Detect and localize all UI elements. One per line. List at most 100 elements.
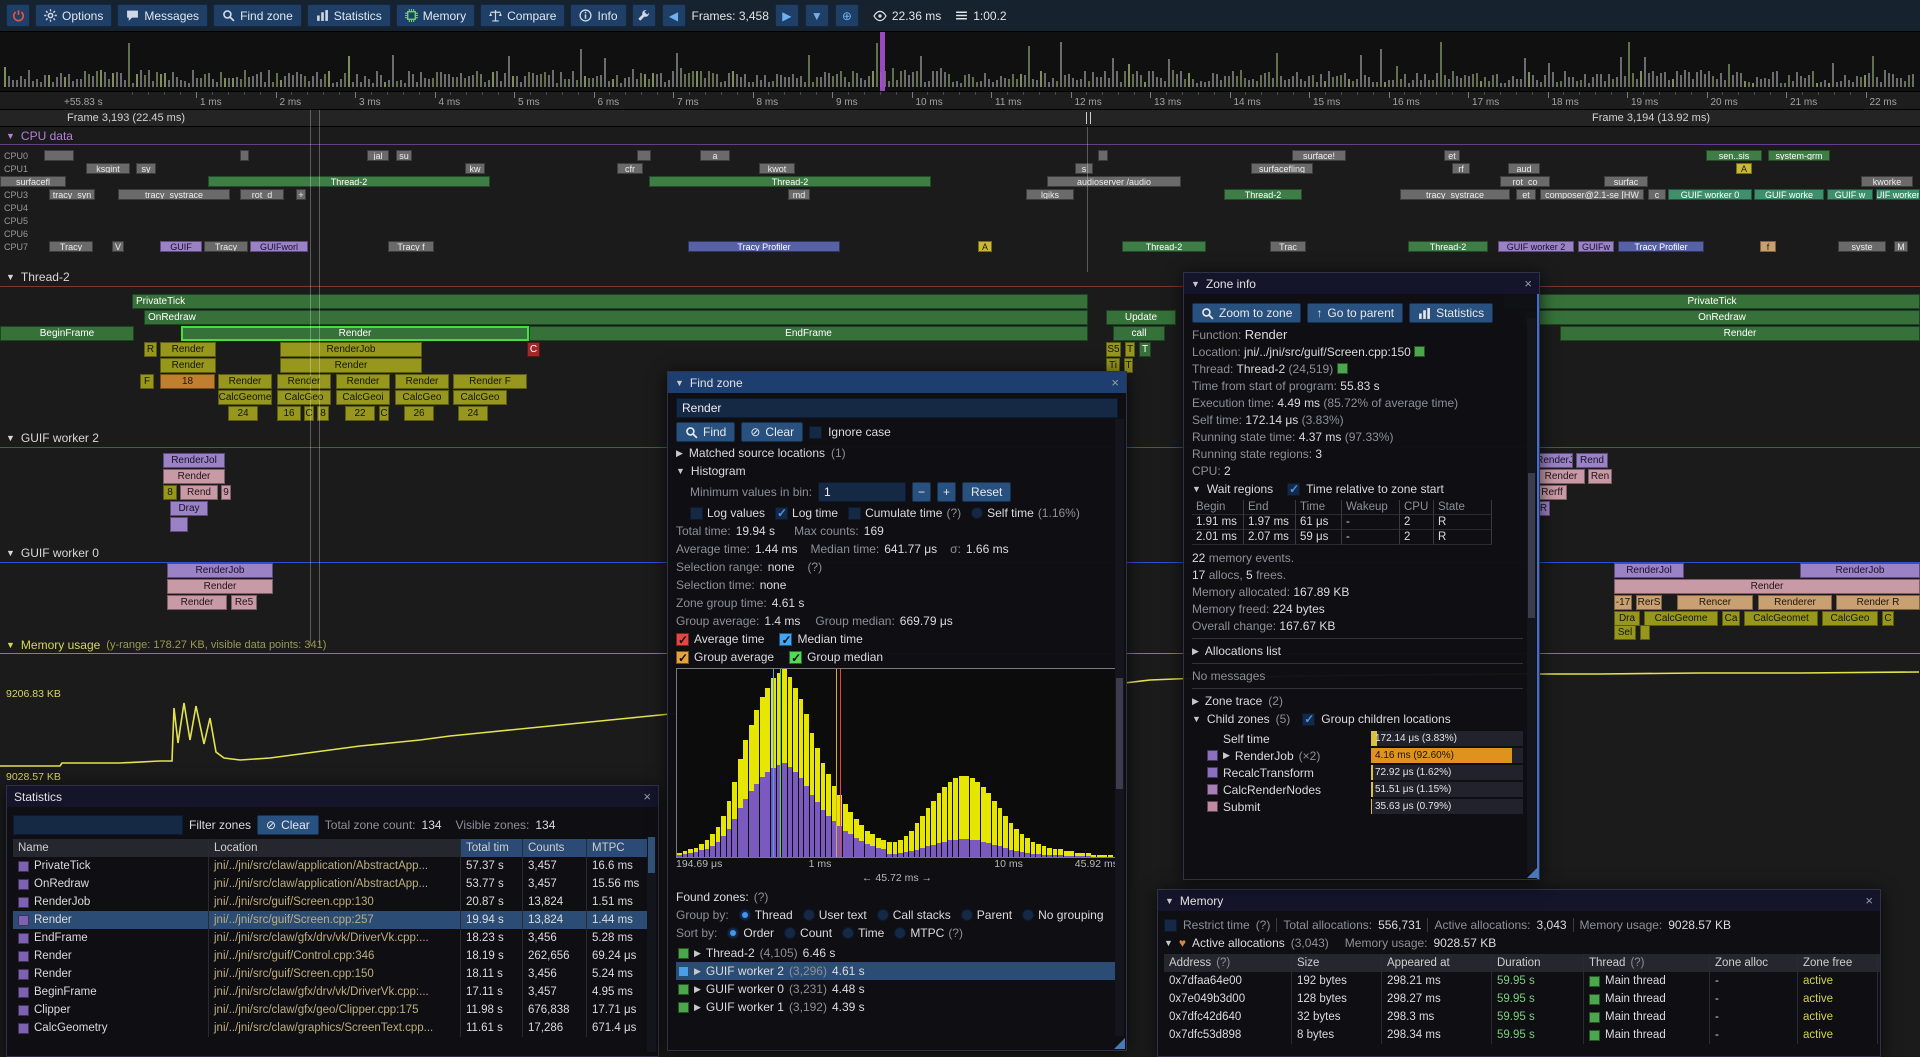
timeline-zone[interactable]: GUIF worker 2 — [1876, 189, 1920, 200]
timeline-zone[interactable]: Render — [395, 374, 449, 389]
stats-row[interactable]: PrivateTickjni/../jni/src/claw/applicati… — [13, 857, 652, 875]
toolbar-button-find-zone[interactable]: Find zone — [213, 4, 302, 27]
log-time-checkbox[interactable] — [775, 507, 788, 520]
column-header-appeared-at[interactable]: Appeared at — [1382, 954, 1492, 972]
found-zone-group[interactable]: ▶Thread-2(4,105)6.46 s — [676, 944, 1118, 962]
zone-name-cell[interactable]: EndFrame — [13, 929, 209, 947]
timeline-zone[interactable]: CalcGeo — [1822, 611, 1878, 626]
timeline-zone[interactable]: lgiks — [1026, 189, 1074, 200]
statistics-header-row[interactable]: NameLocationTotal timCountsMTPC — [13, 839, 652, 857]
found-zone-group[interactable]: ▶GUIF worker 0(3,231)4.48 s — [676, 980, 1118, 998]
timeline-zone[interactable]: Tracy f — [388, 241, 434, 252]
timeline-zone[interactable]: ksgint — [86, 163, 130, 174]
column-header-location[interactable]: Location — [209, 839, 461, 857]
timeline-zone[interactable]: GUIFw — [1578, 241, 1614, 252]
allocation-row[interactable]: 0x7dfaa64e00192 bytes298.21 ms59.95 sMai… — [1164, 972, 1874, 990]
collapse-icon[interactable]: ▼ — [1191, 279, 1200, 289]
timeline-zone[interactable]: Sel — [1614, 625, 1636, 640]
column-header-counts[interactable]: Counts — [523, 839, 587, 857]
timeline-zone[interactable]: et — [1516, 189, 1536, 200]
timeline-zone[interactable]: C — [304, 406, 314, 421]
timeline-zone[interactable]: 24 — [458, 406, 488, 421]
timeline-zone[interactable]: 26 — [404, 406, 434, 421]
timeline-zone[interactable]: kworke — [1861, 176, 1913, 187]
timeline-zone[interactable]: 24 — [228, 406, 258, 421]
zone-location-cell[interactable]: jni/../jni/src/guif/Control.cpp:346 — [209, 947, 461, 965]
radio-call-stacks[interactable] — [877, 909, 889, 921]
timeline-zone[interactable]: surface! — [1292, 150, 1346, 161]
zone-name-cell[interactable]: Render — [13, 911, 209, 929]
stats-row[interactable]: CalcGeometryjni/../jni/src/claw/graphics… — [13, 1019, 652, 1037]
timeline-zone[interactable] — [170, 517, 188, 532]
timeline-zone[interactable]: Render — [280, 358, 422, 373]
timeline-zone[interactable]: A — [978, 241, 992, 252]
address-cell[interactable]: 0x7e049b3d00 — [1164, 990, 1292, 1008]
timeline-zone[interactable]: Tracy Profiler — [1618, 241, 1704, 252]
radio-mtpc[interactable] — [894, 927, 906, 939]
timeline-zone[interactable]: Dray — [170, 501, 208, 516]
timeline-zone[interactable]: GUIF worke — [1754, 189, 1824, 200]
zone-name-cell[interactable]: BeginFrame — [13, 983, 209, 1001]
timeline-zone[interactable]: CalcGeo — [453, 390, 507, 405]
timeline-zone[interactable]: 8 — [163, 485, 177, 500]
stats-row[interactable]: BeginFramejni/../jni/src/claw/gfx/drv/vk… — [13, 983, 652, 1001]
zone-location-cell[interactable]: jni/../jni/src/claw/gfx/drv/vk/DriverVk.… — [209, 983, 461, 1001]
column-header-size[interactable]: Size — [1292, 954, 1382, 972]
cumulate-time-checkbox[interactable] — [848, 507, 861, 520]
location-color-swatch[interactable] — [1414, 346, 1425, 357]
column-header-total-tim[interactable]: Total tim — [461, 839, 523, 857]
timeline-zone[interactable]: CalcGeoi — [336, 390, 390, 405]
timeline-zone[interactable]: syste — [1838, 241, 1886, 252]
zone-statistics-button[interactable]: Statistics — [1409, 303, 1493, 323]
timeline-zone[interactable]: T — [1139, 342, 1151, 357]
timeline-zone[interactable] — [1098, 150, 1108, 161]
timeline-zone[interactable]: Ca — [1722, 611, 1740, 626]
close-icon[interactable]: × — [643, 789, 651, 804]
active-allocations-toggle[interactable]: ▼ ♥ Active allocations(3,043) Memory usa… — [1164, 936, 1874, 950]
timeline-zone[interactable]: rot_d — [240, 189, 284, 200]
find-button[interactable]: Find — [676, 422, 735, 442]
next-frame-button[interactable]: ▶ — [775, 4, 799, 27]
expand-icon[interactable]: ▶ — [694, 1002, 701, 1013]
timeline-zone[interactable]: Thread-2 — [208, 176, 490, 187]
child-zone-row[interactable]: Submit35.63 μs (0.79%) — [1192, 798, 1523, 815]
zone-location[interactable]: jni/../jni/src/guif/Screen.cpp:150 — [1244, 345, 1411, 359]
stats-row[interactable]: RenderJobjni/../jni/src/guif/Screen.cpp:… — [13, 893, 652, 911]
section-header[interactable]: ▼GUIF worker 2 — [6, 431, 99, 445]
close-icon[interactable]: × — [1111, 375, 1119, 390]
reset-button[interactable]: Reset — [962, 482, 1011, 502]
child-zone-row[interactable]: ▶RenderJob(×2)4.16 ms (92.60%) — [1192, 747, 1523, 764]
self-time-radio[interactable] — [971, 507, 983, 519]
section-header[interactable]: ▼CPU data — [6, 129, 73, 143]
timeline-zone[interactable]: Rerff — [1537, 485, 1567, 500]
timeline-zone[interactable]: Tracy Profiler — [688, 241, 840, 252]
timeline-zone[interactable]: Render — [1614, 579, 1920, 594]
stats-row[interactable]: Clipperjni/../jni/src/claw/gfx/geo/Clipp… — [13, 1001, 652, 1019]
timeline-zone[interactable] — [240, 150, 249, 161]
zone-location-cell[interactable]: jni/../jni/src/guif/Screen.cpp:130 — [209, 893, 461, 911]
stats-row[interactable]: OnRedrawjni/../jni/src/claw/application/… — [13, 875, 652, 893]
timeline-zone[interactable]: CalcGeome — [1644, 611, 1718, 626]
expand-icon[interactable]: ▶ — [694, 984, 701, 995]
timeline-zone[interactable]: GUIF worker 0 — [1668, 189, 1752, 200]
allocation-row[interactable]: 0x7dfc53d8988 bytes298.34 ms59.95 sMain … — [1164, 1026, 1874, 1044]
radio-time[interactable] — [842, 927, 854, 939]
child-zone-row[interactable]: RecalcTransform72.92 μs (1.62%) — [1192, 764, 1523, 781]
timeline-zone[interactable]: R — [144, 342, 157, 357]
timeline-zone[interactable]: Rend — [1576, 453, 1608, 468]
statistics-titlebar[interactable]: Statistics × — [7, 786, 658, 807]
timeline-zone[interactable]: Renderer — [1758, 595, 1832, 610]
allocations-header-row[interactable]: Address(?)SizeAppeared atDurationThread(… — [1164, 954, 1874, 972]
timeline-zone[interactable]: CalcGeo — [277, 390, 331, 405]
section-header[interactable]: ▼GUIF worker 0 — [6, 546, 99, 560]
timeline-zone[interactable]: GUIFworl — [250, 241, 308, 252]
memory-titlebar[interactable]: ▼ Memory × — [1158, 890, 1880, 911]
thread-color-checkbox[interactable] — [678, 984, 689, 995]
allocations-list-toggle[interactable]: ▶Allocations list — [1192, 644, 1523, 658]
timeline-zone[interactable]: tracy_syn — [49, 189, 95, 200]
timeline-zone[interactable]: jal — [367, 150, 389, 161]
resize-grip[interactable] — [1114, 1038, 1125, 1049]
column-header-call-stack[interactable]: Call stack — [1878, 954, 1880, 972]
timeline-zone[interactable]: Render — [1560, 326, 1920, 341]
timeline-zone[interactable]: BeginFrame — [0, 326, 134, 341]
